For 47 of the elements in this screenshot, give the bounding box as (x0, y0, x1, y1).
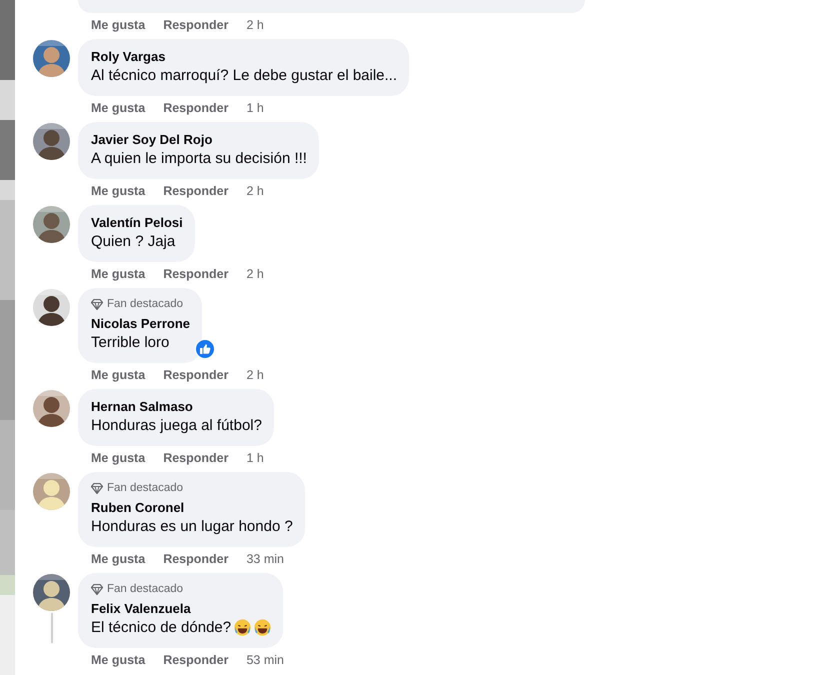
laughing-emoji-icon (234, 619, 252, 636)
action-link[interactable]: Responder (163, 16, 228, 34)
action-link[interactable]: Me gusta (91, 16, 146, 34)
comment-text: A quien le importa su decisión !!! (91, 149, 307, 169)
comment-time: 33 min (246, 551, 284, 568)
action-link[interactable]: Me gusta (91, 651, 146, 669)
author-name[interactable]: Nicolas Perrone (91, 315, 190, 332)
author-name[interactable]: Valentín Pelosi (91, 214, 183, 231)
comment-time: 53 min (246, 652, 284, 669)
comment-text: Terrible loro (91, 333, 170, 353)
comment-text: El técnico de dónde? (91, 618, 232, 638)
action-link[interactable]: Responder (163, 651, 228, 669)
diamond-icon (91, 483, 103, 494)
comment-time: 1 h (246, 100, 264, 117)
action-link[interactable]: Me gusta (91, 449, 146, 467)
comment-time: 2 h (246, 17, 264, 34)
action-link[interactable]: Me gusta (91, 550, 146, 568)
action-link[interactable]: Me gusta (91, 366, 146, 384)
action-link[interactable]: Responder (163, 449, 228, 467)
comment-text: Al técnico marroquí? Le debe gustar el baile... (91, 66, 398, 86)
action-link[interactable]: Me gusta (91, 265, 146, 283)
action-link[interactable]: Responder (163, 265, 228, 283)
action-link[interactable]: Responder (163, 550, 228, 568)
comment-time: 1 h (246, 450, 264, 467)
comment-text: Honduras juega al fútbol? (91, 416, 262, 436)
action-link[interactable]: Responder (163, 99, 228, 117)
diamond-icon (91, 584, 103, 595)
like-reaction-icon[interactable] (195, 339, 215, 359)
comment-text: Quien ? Jaja (91, 232, 176, 252)
comment-text: Honduras es un lugar hondo ? (91, 517, 293, 537)
author-name[interactable]: Hernan Salmaso (91, 398, 193, 415)
comment-time: 2 h (246, 266, 264, 283)
fan-badge-label: Fan destacado (107, 582, 184, 597)
laughing-emoji-icon (254, 619, 272, 636)
action-link[interactable]: Responder (163, 182, 228, 200)
author-name[interactable]: Javier Soy Del Rojo (91, 131, 212, 148)
author-name[interactable]: Felix Valenzuela (91, 600, 191, 617)
action-link[interactable]: Me gusta (91, 99, 146, 117)
action-link[interactable]: Me gusta (91, 182, 146, 200)
comment-time: 2 h (246, 367, 264, 384)
fan-badge-label: Fan destacado (107, 297, 184, 312)
author-name[interactable]: Ruben Coronel (91, 499, 184, 516)
diamond-icon (91, 299, 103, 310)
author-name[interactable]: Roly Vargas (91, 48, 166, 65)
comment-time: 2 h (246, 183, 264, 200)
fan-badge-label: Fan destacado (107, 481, 184, 496)
action-link[interactable]: Responder (163, 366, 228, 384)
